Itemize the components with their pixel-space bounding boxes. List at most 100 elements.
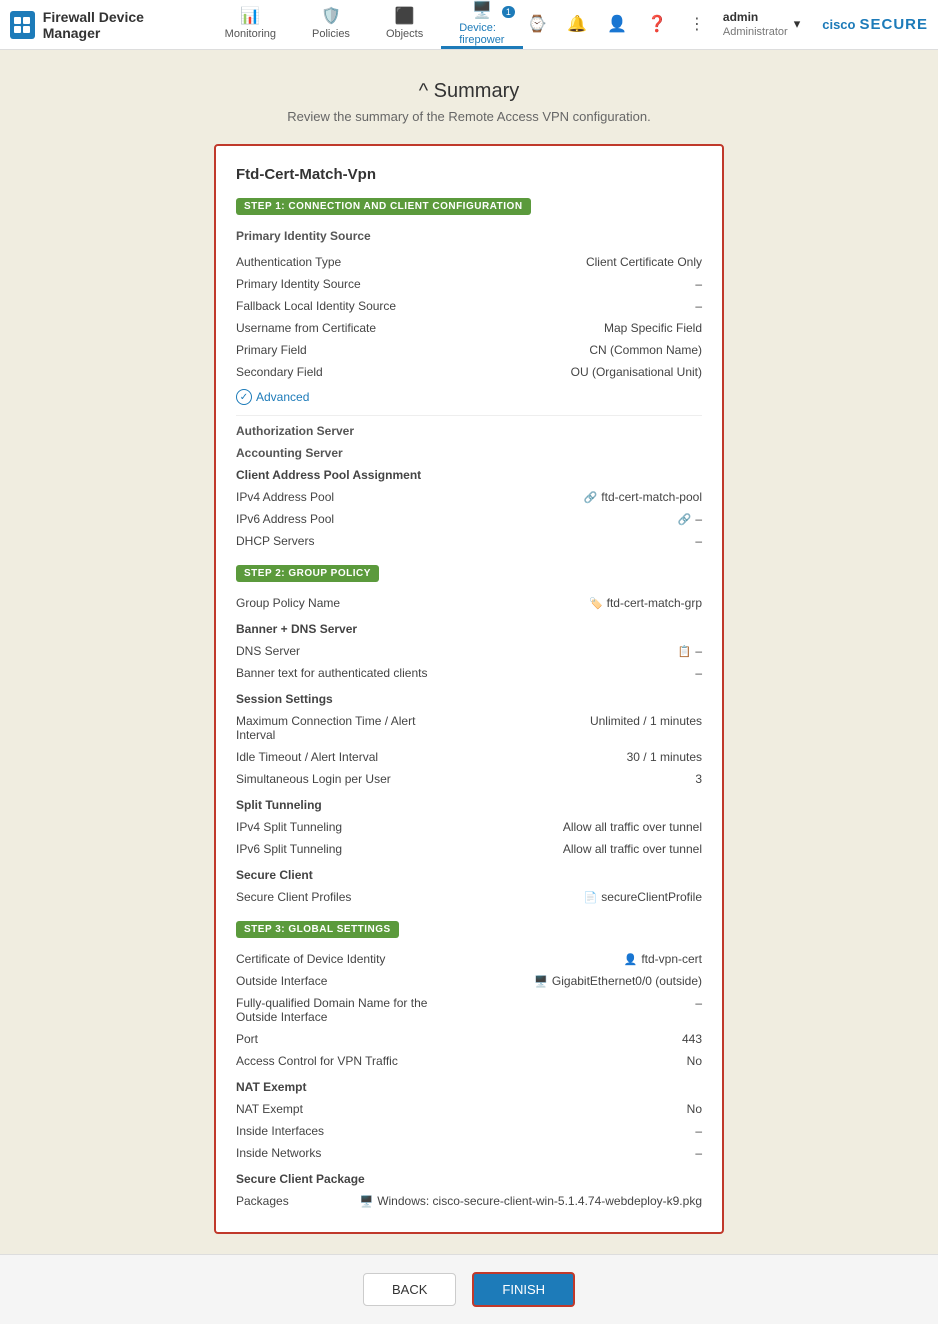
user-info[interactable]: admin Administrator ▾ — [723, 10, 800, 40]
field-inside-ifaces-label: Inside Interfaces — [236, 1124, 324, 1138]
more-button[interactable]: ⋮ — [683, 10, 711, 38]
advanced-link[interactable]: ✓ Advanced — [236, 389, 702, 405]
session-label: Session Settings — [236, 692, 702, 706]
field-dns-value: 📋 – — [300, 644, 702, 658]
dns-icon: 📋 — [678, 645, 692, 658]
field-sim-login-label: Simultaneous Login per User — [236, 772, 391, 786]
field-max-conn-value: Unlimited / 1 minutes — [456, 714, 702, 728]
field-access-control-value: No — [398, 1054, 702, 1068]
field-inside-ifaces: Inside Interfaces – — [236, 1120, 702, 1142]
field-ipv4-split-value: Allow all traffic over tunnel — [342, 820, 702, 834]
nav-device[interactable]: 1 🖥️ Device: firepower — [441, 0, 523, 49]
footer: BACK FINISH — [0, 1254, 938, 1324]
nav-policies-label: Policies — [312, 28, 350, 40]
step1-badge: STEP 1: CONNECTION AND CLIENT CONFIGURAT… — [236, 198, 531, 215]
field-cert-identity-value: 👤 ftd-vpn-cert — [385, 952, 702, 966]
field-nat-exempt: NAT Exempt No — [236, 1098, 702, 1120]
step1-primary-id-label: Primary Identity Source — [236, 229, 702, 243]
cert-icon: 👤 — [624, 953, 638, 966]
field-port: Port 443 — [236, 1028, 702, 1050]
terminal-button[interactable]: ⌚ — [523, 10, 551, 38]
secure-label: SECURE — [859, 16, 928, 33]
field-auth-type-value: Client Certificate Only — [341, 255, 702, 269]
field-ipv4-pool: IPv4 Address Pool 🔗 ftd-cert-match-pool — [236, 486, 702, 508]
field-banner: Banner text for authenticated clients – — [236, 662, 702, 684]
field-fqdn: Fully-qualified Domain Name for the Outs… — [236, 992, 702, 1028]
field-ipv4-split: IPv4 Split Tunneling Allow all traffic o… — [236, 816, 702, 838]
nav-policies[interactable]: 🛡️ Policies — [294, 0, 368, 49]
field-dns: DNS Server 📋 – — [236, 640, 702, 662]
field-primary-id: Primary Identity Source – — [236, 273, 702, 295]
field-ipv6-pool-value: 🔗 – — [334, 512, 702, 526]
field-access-control-label: Access Control for VPN Traffic — [236, 1054, 398, 1068]
field-inside-nets: Inside Networks – — [236, 1142, 702, 1164]
user-name: admin — [723, 10, 788, 26]
nav-objects[interactable]: ⬛ Objects — [368, 0, 441, 49]
field-ipv6-split-label: IPv6 Split Tunneling — [236, 842, 342, 856]
field-max-conn: Maximum Connection Time / Alert Interval… — [236, 710, 702, 746]
user-button[interactable]: 👤 — [603, 10, 631, 38]
summary-card: Ftd-Cert-Match-Vpn STEP 1: CONNECTION AN… — [214, 144, 724, 1234]
field-ipv6-pool: IPv6 Address Pool 🔗 – — [236, 508, 702, 530]
field-fallback-id-value: – — [396, 299, 702, 313]
field-fqdn-value: – — [456, 996, 702, 1010]
cisco-logo: cisco — [822, 17, 855, 32]
help-button[interactable]: ❓ — [643, 10, 671, 38]
field-cert-identity: Certificate of Device Identity 👤 ftd-vpn… — [236, 948, 702, 970]
field-port-value: 443 — [258, 1032, 702, 1046]
app-title: Firewall Device Manager — [43, 9, 187, 41]
field-sc-profiles: Secure Client Profiles 📄 secureClientPro… — [236, 886, 702, 908]
field-packages: Packages 🖥️ Windows: cisco-secure-client… — [236, 1190, 702, 1212]
field-auth-type: Authentication Type Client Certificate O… — [236, 251, 702, 273]
objects-icon: ⬛ — [395, 6, 415, 26]
app-logo: Firewall Device Manager — [10, 9, 187, 41]
field-group-policy-value: 🏷️ ftd-cert-match-grp — [340, 596, 702, 610]
field-fallback-id-label: Fallback Local Identity Source — [236, 299, 396, 313]
field-ipv4-pool-label: IPv4 Address Pool — [236, 490, 334, 504]
secure-client-label: Secure Client — [236, 868, 702, 882]
nav-monitoring[interactable]: 📊 Monitoring — [207, 0, 294, 49]
field-secondary-field-label: Secondary Field — [236, 365, 323, 379]
page-subtitle: Review the summary of the Remote Access … — [287, 109, 650, 124]
field-sc-profiles-value: 📄 secureClientProfile — [351, 890, 702, 904]
device-badge: 1 — [502, 6, 515, 18]
notifications-button[interactable]: 🔔 — [563, 10, 591, 38]
field-ipv6-pool-label: IPv6 Address Pool — [236, 512, 334, 526]
user-role: Administrator — [723, 25, 788, 39]
nat-exempt-label: NAT Exempt — [236, 1080, 702, 1094]
client-address-label: Client Address Pool Assignment — [236, 468, 702, 482]
field-dns-label: DNS Server — [236, 644, 300, 658]
ipv4-pool-icon: 🔗 — [584, 491, 598, 504]
field-ipv4-pool-value: 🔗 ftd-cert-match-pool — [334, 490, 702, 504]
vpn-name: Ftd-Cert-Match-Vpn — [236, 166, 702, 183]
field-idle-timeout: Idle Timeout / Alert Interval 30 / 1 min… — [236, 746, 702, 768]
field-ipv4-split-label: IPv4 Split Tunneling — [236, 820, 342, 834]
ipv6-pool-icon: 🔗 — [678, 513, 692, 526]
field-sc-profiles-label: Secure Client Profiles — [236, 890, 351, 904]
logo-icon — [10, 11, 35, 39]
nav-device-label: Device: firepower — [459, 22, 505, 46]
field-idle-timeout-value: 30 / 1 minutes — [378, 750, 702, 764]
split-label: Split Tunneling — [236, 798, 702, 812]
secure-pkg-label: Secure Client Package — [236, 1172, 702, 1186]
field-banner-value: – — [427, 666, 702, 680]
field-dhcp-label: DHCP Servers — [236, 534, 314, 548]
field-username-cert-value: Map Specific Field — [376, 321, 702, 335]
field-fallback-id: Fallback Local Identity Source – — [236, 295, 702, 317]
field-outside-iface-value: 🖥️ GigabitEthernet0/0 (outside) — [327, 974, 702, 988]
field-inside-nets-label: Inside Networks — [236, 1146, 321, 1160]
package-icon: 🖥️ — [359, 1195, 373, 1208]
field-max-conn-label: Maximum Connection Time / Alert Interval — [236, 714, 456, 742]
finish-button[interactable]: FINISH — [472, 1272, 575, 1307]
header-actions: ⌚ 🔔 👤 ❓ ⋮ admin Administrator ▾ cisco SE… — [523, 10, 928, 40]
iface-icon: 🖥️ — [534, 975, 548, 988]
field-idle-timeout-label: Idle Timeout / Alert Interval — [236, 750, 378, 764]
field-dhcp-value: – — [314, 534, 702, 548]
field-outside-iface-label: Outside Interface — [236, 974, 327, 988]
advanced-label: Advanced — [256, 390, 309, 404]
back-button[interactable]: BACK — [363, 1273, 456, 1306]
group-policy-icon: 🏷️ — [589, 597, 603, 610]
field-banner-label: Banner text for authenticated clients — [236, 666, 427, 680]
field-username-cert-label: Username from Certificate — [236, 321, 376, 335]
field-secondary-field-value: OU (Organisational Unit) — [323, 365, 702, 379]
